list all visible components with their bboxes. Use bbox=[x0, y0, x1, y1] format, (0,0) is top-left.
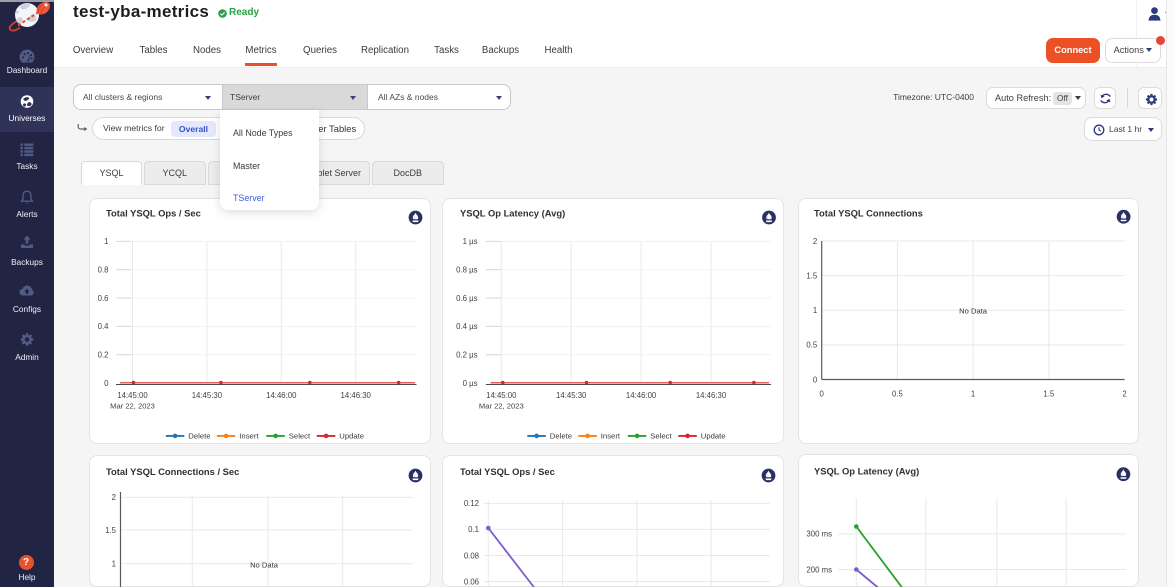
svg-text:0.8 µs: 0.8 µs bbox=[456, 266, 477, 275]
svg-text:14:46:00: 14:46:00 bbox=[266, 391, 297, 400]
svg-text:14:45:00: 14:45:00 bbox=[486, 391, 517, 400]
svg-text:1: 1 bbox=[971, 389, 975, 398]
svg-text:200 ms: 200 ms bbox=[806, 565, 832, 574]
svg-text:0: 0 bbox=[820, 389, 825, 398]
svg-text:0.12: 0.12 bbox=[464, 499, 479, 508]
svg-text:0.4: 0.4 bbox=[98, 322, 110, 331]
svg-text:YSQL Op Latency (Avg): YSQL Op Latency (Avg) bbox=[814, 466, 919, 477]
svg-text:14:45:30: 14:45:30 bbox=[556, 391, 587, 400]
svg-text:No Data: No Data bbox=[250, 561, 279, 570]
svg-text:1.5: 1.5 bbox=[1043, 389, 1055, 398]
svg-text:0.5: 0.5 bbox=[806, 341, 818, 350]
svg-text:0.06: 0.06 bbox=[464, 577, 479, 586]
svg-text:0.08: 0.08 bbox=[464, 551, 479, 560]
svg-text:Insert: Insert bbox=[601, 432, 621, 441]
svg-text:Delete: Delete bbox=[550, 432, 572, 441]
svg-text:14:46:30: 14:46:30 bbox=[696, 391, 727, 400]
svg-text:14:45:30: 14:45:30 bbox=[192, 391, 223, 400]
svg-text:1 µs: 1 µs bbox=[463, 237, 478, 246]
svg-text:Total YSQL Connections: Total YSQL Connections bbox=[814, 208, 923, 219]
svg-text:Total YSQL Ops / Sec: Total YSQL Ops / Sec bbox=[460, 466, 555, 477]
svg-text:0.2: 0.2 bbox=[98, 351, 109, 360]
svg-text:Total YSQL Connections / Sec: Total YSQL Connections / Sec bbox=[106, 466, 239, 477]
svg-text:2: 2 bbox=[1122, 389, 1126, 398]
svg-text:0.6 µs: 0.6 µs bbox=[456, 294, 477, 303]
svg-text:Insert: Insert bbox=[239, 432, 259, 441]
svg-text:0.1: 0.1 bbox=[468, 525, 479, 534]
svg-text:YSQL Op Latency (Avg): YSQL Op Latency (Avg) bbox=[460, 208, 565, 219]
svg-text:14:45:00: 14:45:00 bbox=[117, 391, 148, 400]
svg-text:Select: Select bbox=[650, 432, 672, 441]
svg-text:Total YSQL Ops / Sec: Total YSQL Ops / Sec bbox=[106, 208, 201, 219]
svg-text:0.4 µs: 0.4 µs bbox=[456, 322, 477, 331]
svg-text:0.8: 0.8 bbox=[98, 266, 109, 275]
svg-text:0.6: 0.6 bbox=[98, 294, 109, 303]
svg-text:Mar 22, 2023: Mar 22, 2023 bbox=[110, 401, 155, 410]
svg-text:1: 1 bbox=[813, 306, 817, 315]
svg-text:No Data: No Data bbox=[959, 307, 988, 316]
svg-text:1: 1 bbox=[104, 237, 108, 246]
svg-text:Update: Update bbox=[339, 432, 364, 441]
svg-text:Mar 22, 2023: Mar 22, 2023 bbox=[479, 401, 524, 410]
svg-text:0.5: 0.5 bbox=[892, 389, 904, 398]
svg-text:0: 0 bbox=[104, 379, 109, 388]
svg-text:1.5: 1.5 bbox=[105, 526, 117, 535]
svg-text:1: 1 bbox=[112, 560, 116, 569]
svg-text:Delete: Delete bbox=[188, 432, 210, 441]
svg-text:Update: Update bbox=[701, 432, 726, 441]
svg-text:14:46:30: 14:46:30 bbox=[341, 391, 372, 400]
svg-text:0.2 µs: 0.2 µs bbox=[456, 351, 477, 360]
svg-text:300 ms: 300 ms bbox=[806, 530, 832, 539]
svg-text:0 µs: 0 µs bbox=[463, 379, 478, 388]
svg-text:Select: Select bbox=[289, 432, 311, 441]
svg-text:14:46:00: 14:46:00 bbox=[626, 391, 657, 400]
svg-text:1.5: 1.5 bbox=[806, 271, 818, 280]
svg-text:2: 2 bbox=[112, 493, 116, 502]
svg-text:0: 0 bbox=[813, 375, 818, 384]
svg-text:2: 2 bbox=[813, 237, 817, 246]
